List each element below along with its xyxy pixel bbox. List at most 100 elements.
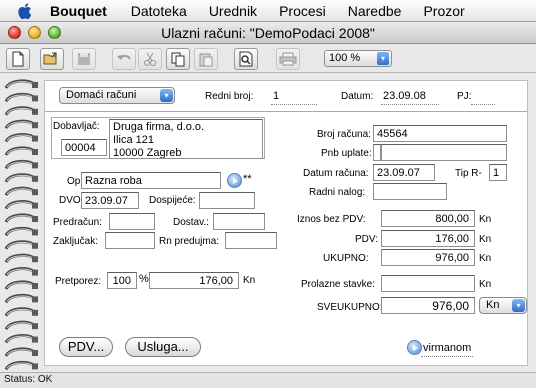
spiral-ring bbox=[4, 213, 38, 223]
opis-field[interactable]: Razna roba bbox=[81, 172, 221, 189]
open-folder-icon bbox=[43, 52, 57, 65]
dobavljac-label: Dobavljač: bbox=[53, 121, 100, 132]
virmanom-value: virmanom bbox=[423, 342, 472, 354]
virmanom-select-button[interactable] bbox=[407, 340, 422, 355]
pdv-field[interactable]: 176,00 bbox=[381, 230, 475, 247]
dvo-field[interactable]: 23.09.07 bbox=[81, 192, 139, 209]
ukupno-label: UKUPNO: bbox=[323, 253, 369, 264]
magnifier-document-icon bbox=[239, 51, 253, 67]
screen: Bouquet Datoteka Urednik Procesi Naredbe… bbox=[0, 0, 536, 388]
zoom-value: 100 % bbox=[329, 52, 361, 64]
pretporez-label: Pretporez: bbox=[55, 276, 102, 287]
tip-label: Tip R- bbox=[455, 168, 482, 179]
broj-racuna-field[interactable]: 45564 bbox=[373, 125, 507, 142]
datum-racuna-label: Datum računa: bbox=[303, 168, 369, 179]
currency-popup[interactable]: Kn ▾ bbox=[479, 297, 527, 314]
spiral-ring bbox=[4, 92, 38, 103]
pdv-unit: Kn bbox=[479, 234, 492, 245]
opis-select-button[interactable] bbox=[227, 173, 242, 188]
paste-button[interactable] bbox=[194, 48, 218, 70]
chevron-updown-icon: ▾ bbox=[377, 52, 389, 65]
print-button[interactable] bbox=[276, 48, 300, 70]
menu-naredbe[interactable]: Naredbe bbox=[348, 3, 402, 19]
new-document-icon bbox=[12, 51, 24, 67]
dvo-label: DVO: bbox=[59, 195, 84, 206]
save-button[interactable] bbox=[72, 48, 96, 70]
pretporez-percent-field[interactable]: 100 bbox=[107, 272, 137, 289]
sveukupno-field[interactable]: 976,00 bbox=[381, 297, 475, 314]
sveukupno-label: SVEUKUPNO: bbox=[317, 302, 383, 313]
menu-procesi[interactable]: Procesi bbox=[279, 3, 326, 19]
supplier-name: Druga firma, d.o.o. bbox=[113, 121, 205, 133]
cut-button[interactable] bbox=[138, 48, 162, 70]
spiral-ring bbox=[4, 240, 38, 250]
copy-icon bbox=[171, 52, 185, 67]
prolazne-field[interactable] bbox=[381, 275, 475, 292]
spiral-ring bbox=[4, 360, 38, 371]
preview-button[interactable] bbox=[234, 48, 258, 70]
header-divider bbox=[45, 111, 527, 112]
supplier-address-field[interactable]: Druga firma, d.o.o. Ilica 121 10000 Zagr… bbox=[109, 119, 263, 159]
zakljucak-field[interactable] bbox=[105, 232, 155, 249]
pnb-model-field[interactable] bbox=[373, 144, 381, 161]
open-button[interactable] bbox=[40, 48, 64, 70]
supplier-code-field[interactable]: 00004 bbox=[61, 139, 107, 156]
datum-label: Datum: bbox=[341, 91, 374, 102]
redni-broj-underline bbox=[271, 104, 317, 105]
supplier-street: Ilica 121 bbox=[113, 134, 154, 146]
predracun-label: Predračun: bbox=[53, 217, 102, 228]
dospijece-field[interactable] bbox=[199, 192, 255, 209]
rn-predujma-field[interactable] bbox=[225, 232, 277, 249]
dostav-field[interactable] bbox=[213, 213, 265, 230]
new-document-button[interactable] bbox=[6, 48, 30, 70]
menu-bar: Bouquet Datoteka Urednik Procesi Naredbe… bbox=[0, 0, 536, 22]
spiral-ring bbox=[4, 119, 38, 130]
prolazne-label: Prolazne stavke: bbox=[301, 279, 375, 290]
spiral-ring bbox=[4, 159, 38, 170]
invoice-type-popup[interactable]: Domaći računi ▾ bbox=[59, 87, 175, 104]
paste-icon bbox=[199, 53, 213, 67]
spiral-ring bbox=[4, 253, 38, 264]
spiral-ring bbox=[4, 347, 38, 357]
spiral-ring bbox=[4, 186, 38, 197]
ukupno-unit: Kn bbox=[479, 253, 492, 264]
spiral-ring bbox=[4, 79, 38, 89]
pj-underline bbox=[471, 104, 495, 105]
datum-racuna-field[interactable]: 23.09.07 bbox=[373, 164, 435, 181]
floppy-icon bbox=[78, 53, 90, 65]
menu-datoteka[interactable]: Datoteka bbox=[131, 3, 187, 19]
copy-button[interactable] bbox=[166, 48, 190, 70]
undo-button[interactable] bbox=[112, 48, 136, 70]
datum-value: 23.09.08 bbox=[383, 90, 426, 102]
predracun-field[interactable] bbox=[109, 213, 155, 230]
spiral-ring bbox=[4, 267, 38, 277]
pnb-label: Pnb uplate: bbox=[321, 148, 372, 159]
menu-app[interactable]: Bouquet bbox=[50, 3, 107, 19]
datum-underline bbox=[381, 104, 439, 105]
spiral-ring bbox=[4, 293, 38, 304]
spiral-ring bbox=[4, 133, 38, 143]
tip-field[interactable]: 1 bbox=[489, 164, 507, 181]
ukupno-field[interactable]: 976,00 bbox=[381, 249, 475, 266]
window-title: Ulazni računi: "DemoPodaci 2008" bbox=[161, 25, 375, 41]
zoom-select[interactable]: 100 % ▾ bbox=[324, 50, 392, 67]
menu-urednik[interactable]: Urednik bbox=[209, 3, 257, 19]
spiral-ring bbox=[4, 307, 38, 317]
apple-icon[interactable] bbox=[18, 2, 34, 20]
status-text: Status: OK bbox=[4, 374, 53, 385]
supplier-city: 10000 Zagreb bbox=[113, 147, 182, 159]
percent-sign: % bbox=[139, 273, 149, 285]
usluga-button[interactable]: Usluga... bbox=[125, 337, 201, 357]
spiral-ring bbox=[4, 280, 38, 290]
title-bar[interactable]: Ulazni računi: "DemoPodaci 2008" bbox=[0, 22, 536, 44]
radni-nalog-field[interactable] bbox=[373, 183, 447, 200]
pretporez-amount-field[interactable]: 176,00 bbox=[149, 272, 239, 289]
printer-icon bbox=[279, 52, 297, 66]
pretporez-unit: Kn bbox=[243, 275, 256, 286]
pnb-number-field[interactable] bbox=[381, 144, 507, 161]
pdv-button[interactable]: PDV... bbox=[59, 337, 113, 357]
undo-icon bbox=[117, 55, 131, 60]
iznos-field[interactable]: 800,00 bbox=[381, 210, 475, 227]
menu-prozor[interactable]: Prozor bbox=[423, 3, 464, 19]
chevron-updown-icon: ▾ bbox=[160, 89, 173, 102]
